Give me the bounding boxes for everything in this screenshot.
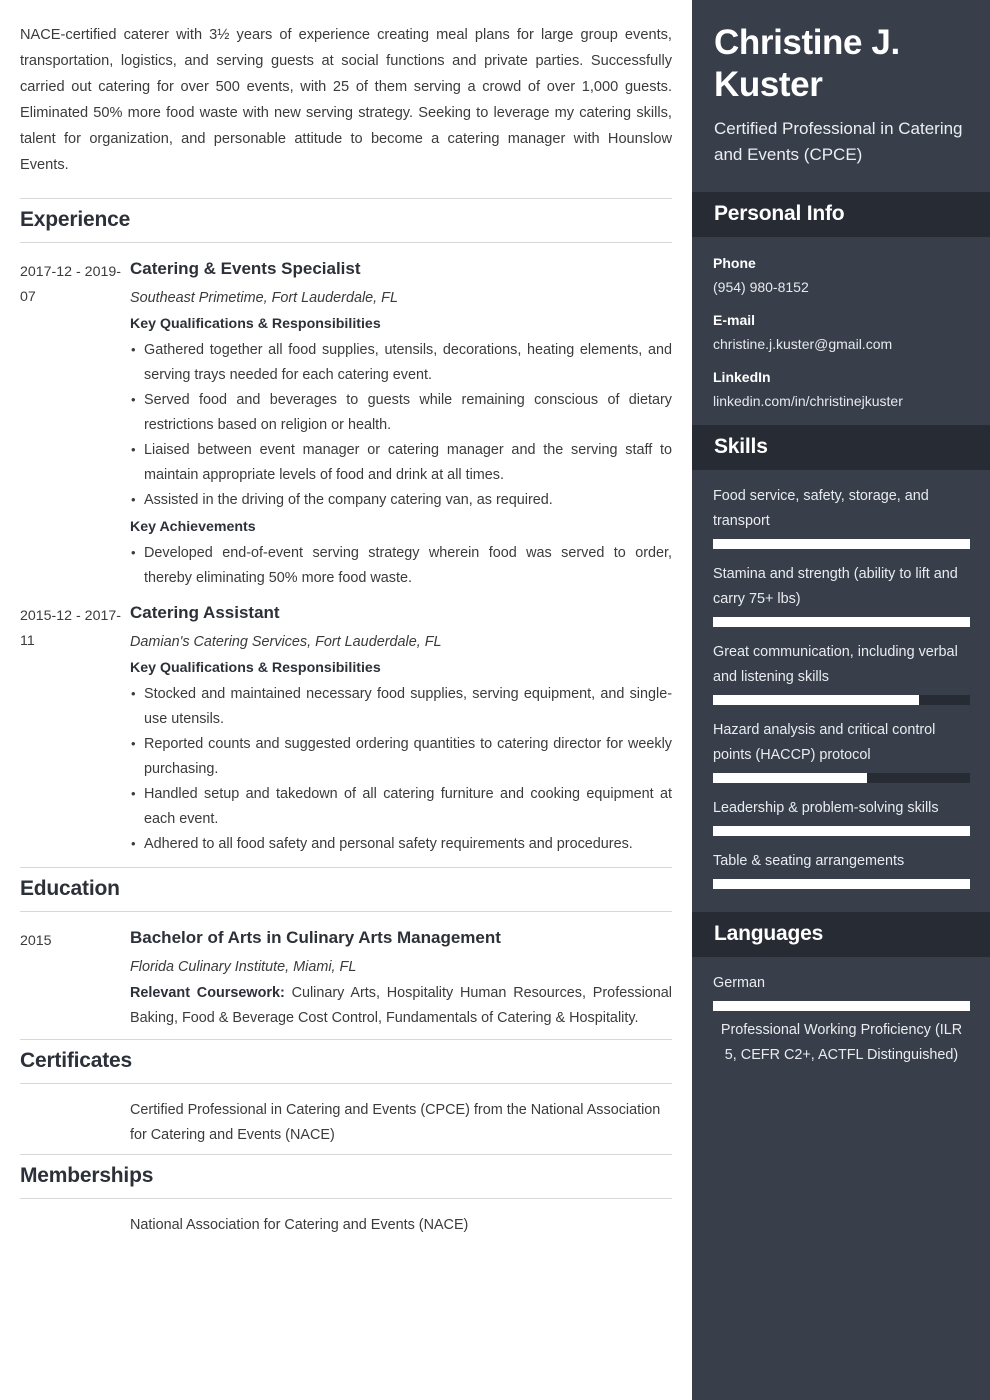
achievements-heading: Key Achievements: [130, 519, 256, 535]
language-bar-fill: [713, 1001, 970, 1011]
experience-heading: Experience: [20, 198, 672, 243]
bullet-item: Stocked and maintained necessary food su…: [130, 681, 672, 732]
skill-name: Great communication, including verbal an…: [713, 644, 958, 685]
candidate-job-title: Certified Professional in Catering and E…: [714, 119, 963, 164]
membership-item-text: National Association for Catering and Ev…: [130, 1217, 469, 1233]
certificates-entries: Certified Professional in Catering and E…: [20, 1098, 672, 1148]
experience-entries: 2017-12 - 2019-07 Catering & Events Speci…: [20, 257, 672, 859]
bullet-item: Reported counts and suggested ordering q…: [130, 731, 672, 782]
skill-name: Stamina and strength (ability to lift an…: [713, 566, 958, 607]
skill-bar-fill: [713, 879, 970, 889]
job-organization: Southeast Primetime, Fort Lauderdale, FL: [130, 290, 398, 306]
summary-paragraph: NACE-certified caterer with 3½ years of …: [20, 27, 672, 173]
bullet-item: Assisted in the driving of the company c…: [130, 487, 672, 513]
memberships-section: Memberships National Association for Cat…: [20, 1154, 672, 1238]
main-column: NACE-certified caterer with 3½ years of …: [0, 0, 692, 1400]
skill-bar-fill: [713, 695, 919, 705]
achievements-list: Developed end-of-event serving strategy …: [130, 540, 672, 591]
linkedin-label: LinkedIn: [713, 369, 771, 385]
certificates-heading: Certificates: [20, 1039, 672, 1084]
sidebar: Christine J. Kuster Certified Profession…: [692, 0, 990, 1400]
skill-item: Hazard analysis and critical control poi…: [713, 718, 970, 783]
skill-bar-fill: [713, 617, 970, 627]
education-section: Education 2015 Bachelor of Arts in Culina…: [20, 867, 672, 1031]
bullet-item: Developed end-of-event serving strategy …: [130, 540, 672, 591]
job-organization: Damian's Catering Services, Fort Lauderd…: [130, 634, 442, 650]
entry-date: 2017-12 - 2019-07: [20, 264, 121, 305]
certificate-item-text: Certified Professional in Catering and E…: [130, 1102, 661, 1143]
entry-body: Catering Assistant Damian's Catering Serv…: [130, 601, 672, 859]
skill-bar-fill: [713, 826, 970, 836]
job-title: Catering & Events Specialist: [130, 259, 361, 278]
bullet-item: Gathered together all food supplies, ute…: [130, 337, 672, 388]
skill-item: Leadership & problem-solving skills: [713, 796, 970, 836]
memberships-heading: Memberships: [20, 1154, 672, 1199]
certificates-section: Certificates Certified Professional in C…: [20, 1039, 672, 1148]
bullet-item: Adhered to all food safety and personal …: [130, 831, 672, 857]
linkedin-value[interactable]: linkedin.com/in/christinejkuster: [713, 389, 970, 413]
language-name: German: [713, 975, 765, 991]
experience-section: Experience 2017-12 - 2019-07 Catering & E…: [20, 198, 672, 859]
skill-name: Table & seating arrangements: [713, 853, 905, 869]
experience-entry: 2015-12 - 2017-11 Catering Assistant Damia…: [20, 601, 672, 859]
skill-item: Great communication, including verbal an…: [713, 640, 970, 705]
personal-info-heading: Personal Info: [692, 192, 990, 237]
resume-page: NACE-certified caterer with 3½ years of …: [0, 0, 990, 1400]
skill-bar-track: [713, 826, 970, 836]
memberships-entries: National Association for Catering and Ev…: [20, 1213, 672, 1238]
skill-bar-fill: [713, 539, 970, 549]
skill-item: Stamina and strength (ability to lift an…: [713, 562, 970, 627]
job-title: Catering Assistant: [130, 603, 280, 622]
skills-heading: Skills: [692, 425, 990, 470]
qualifications-heading: Key Qualifications & Responsibilities: [130, 660, 381, 676]
candidate-name: Christine J. Kuster: [714, 23, 900, 104]
sidebar-header: Christine J. Kuster Certified Profession…: [692, 0, 990, 192]
skill-item: Food service, safety, storage, and trans…: [713, 484, 970, 549]
qualifications-heading: Key Qualifications & Responsibilities: [130, 316, 381, 332]
skill-bar-track: [713, 539, 970, 549]
experience-entry: 2017-12 - 2019-07 Catering & Events Speci…: [20, 257, 672, 593]
entry-date: 2015-12 - 2017-11: [20, 608, 121, 649]
skill-name: Hazard analysis and critical control poi…: [713, 722, 936, 763]
skill-bar-track: [713, 773, 970, 783]
skill-bar-track: [713, 879, 970, 889]
phone-value[interactable]: (954) 980-8152: [713, 275, 970, 299]
skill-bar-fill: [713, 773, 868, 783]
certificate-item: Certified Professional in Catering and E…: [20, 1098, 672, 1148]
language-proficiency: Professional Working Proficiency (ILR 5,…: [720, 1022, 963, 1063]
skill-name: Leadership & problem-solving skills: [713, 800, 939, 816]
coursework-label: Relevant Coursework:: [130, 985, 285, 1001]
membership-item: National Association for Catering and Ev…: [20, 1213, 672, 1238]
language-item: German Professional Working Proficiency (…: [713, 971, 970, 1068]
entry-body: Bachelor of Arts in Culinary Arts Manage…: [130, 926, 672, 1031]
entry-date: 2015: [20, 933, 52, 949]
entry-body: Catering & Events Specialist Southeast Pr…: [130, 257, 672, 593]
skill-bar-track: [713, 695, 970, 705]
education-entry: 2015 Bachelor of Arts in Culinary Arts Ma…: [20, 926, 672, 1031]
education-heading: Education: [20, 867, 672, 912]
education-entries: 2015 Bachelor of Arts in Culinary Arts Ma…: [20, 926, 672, 1031]
email-label: E-mail: [713, 312, 756, 328]
skill-name: Food service, safety, storage, and trans…: [713, 488, 929, 529]
language-bar-track: [713, 1001, 970, 1011]
coursework: Relevant Coursework: Culinary Arts, Hosp…: [130, 985, 672, 1026]
skills-body: Food service, safety, storage, and trans…: [692, 470, 990, 912]
phone-label: Phone: [713, 255, 756, 271]
bullet-item: Handled setup and takedown of all cateri…: [130, 781, 672, 832]
skill-item: Table & seating arrangements: [713, 849, 970, 889]
degree-title: Bachelor of Arts in Culinary Arts Manage…: [130, 928, 501, 947]
languages-body: German Professional Working Proficiency (…: [692, 957, 990, 1091]
school-name: Florida Culinary Institute, Miami, FL: [130, 959, 357, 975]
languages-heading: Languages: [692, 912, 990, 957]
email-value[interactable]: christine.j.kuster@gmail.com: [713, 332, 970, 356]
bullet-item: Served food and beverages to guests whil…: [130, 387, 672, 438]
skill-bar-track: [713, 617, 970, 627]
personal-info-body: Phone (954) 980-8152 E-mail christine.j.…: [692, 237, 990, 425]
qualifications-list: Gathered together all food supplies, ute…: [130, 337, 672, 513]
bullet-item: Liaised between event manager or caterin…: [130, 437, 672, 488]
qualifications-list: Stocked and maintained necessary food su…: [130, 681, 672, 857]
